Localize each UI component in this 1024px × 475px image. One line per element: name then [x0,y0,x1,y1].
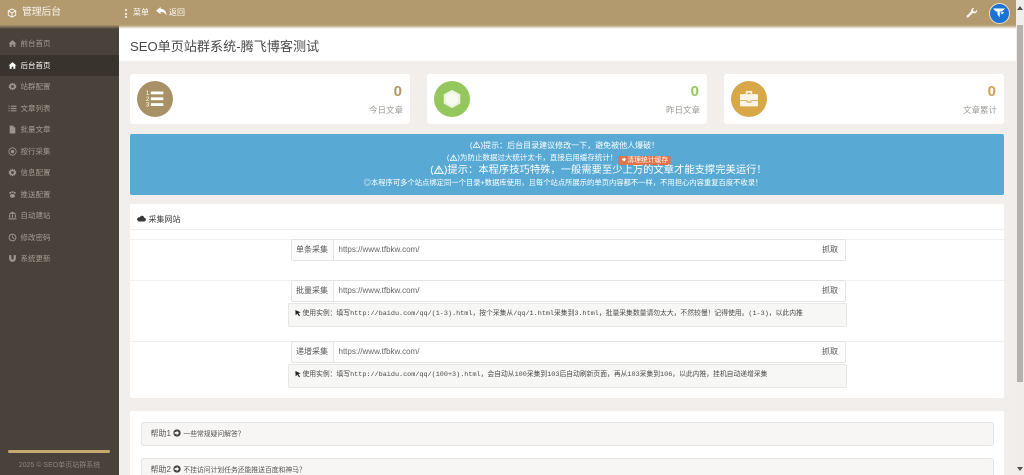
svg-text:3: 3 [146,102,150,109]
